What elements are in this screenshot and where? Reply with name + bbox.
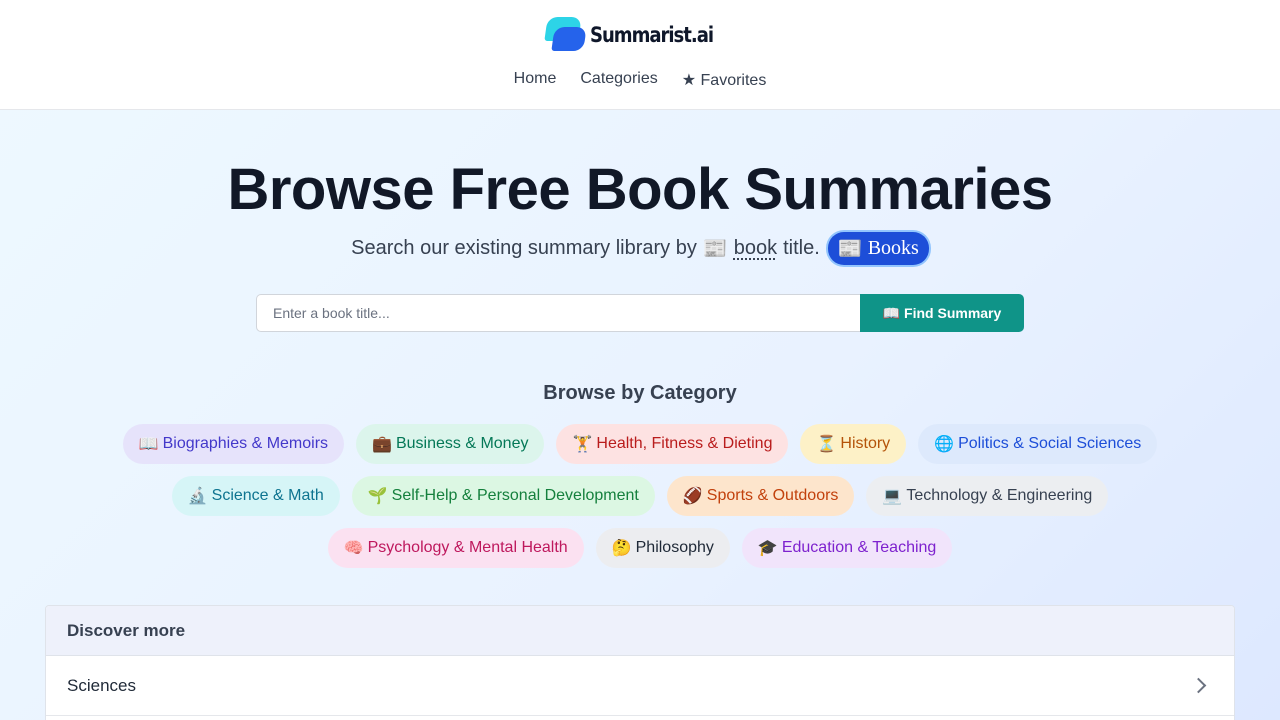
category-label: Philosophy <box>635 539 714 556</box>
category-chip[interactable]: 💻 Technology & Engineering <box>866 476 1109 516</box>
find-summary-button[interactable]: 📖 Find Summary <box>860 294 1024 332</box>
category-chip[interactable]: ⏳ History <box>800 424 907 464</box>
category-chip[interactable]: 🏈 Sports & Outdoors <box>666 476 855 516</box>
category-emoji-icon: 💼 <box>372 436 392 453</box>
category-emoji-icon: 🌐 <box>934 436 955 453</box>
category-label: Education & Teaching <box>781 539 937 556</box>
category-chip[interactable]: 💼 Business & Money <box>356 424 545 464</box>
nav-favorites[interactable]: ★ Favorites <box>682 70 767 90</box>
category-label: Self-Help & Personal Development <box>391 487 639 504</box>
category-row-1: 📖 Biographies & Memoirs 💼 Business & Money 🏋… <box>0 424 1280 464</box>
category-label: Sports & Outdoors <box>706 487 839 504</box>
category-emoji-icon: 🏋️ <box>572 436 593 453</box>
chat-bubble-logo-icon <box>544 17 588 53</box>
category-emoji-icon: 💻 <box>882 488 903 505</box>
category-emoji-icon: 📖 <box>138 436 159 453</box>
category-chip[interactable]: 🤔 Philosophy <box>595 528 730 568</box>
category-label: Health, Fitness & Dieting <box>596 435 773 452</box>
category-emoji-icon: ⏳ <box>816 436 837 453</box>
books-badge[interactable]: 📰 Books <box>827 232 929 265</box>
nav-categories[interactable]: Categories <box>580 70 657 90</box>
main-nav: Home Categories ★ Favorites <box>514 70 767 90</box>
category-emoji-icon: 🧠 <box>343 540 364 557</box>
category-emoji-icon: 🎓 <box>757 540 778 557</box>
category-row-3: 🧠 Psychology & Mental Health 🤔 Philosophy 🎓 E… <box>0 528 1280 568</box>
category-emoji-icon: 🏈 <box>682 488 703 505</box>
browse-by-category-title: Browse by Category <box>543 382 737 404</box>
category-chip[interactable]: 📖 Biographies & Memoirs <box>122 424 345 464</box>
nav-home[interactable]: Home <box>514 70 557 90</box>
subtitle-text-end: title. <box>783 237 820 259</box>
site-header: Summarist.ai Home Categories ★ Favorites <box>0 0 1280 110</box>
search-bar: 📖 Find Summary <box>256 294 1024 332</box>
category-chip[interactable]: 🔬 Science & Math <box>171 476 340 516</box>
category-chip[interactable]: 🌱 Self-Help & Personal Development <box>351 476 655 516</box>
books-badge-label: Books <box>867 237 919 259</box>
category-label: Technology & Engineering <box>906 487 1093 504</box>
newspaper-badge-icon: 📰 <box>837 238 863 260</box>
category-label: Science & Math <box>211 487 324 504</box>
category-label: Biographies & Memoirs <box>162 435 329 452</box>
category-label: Business & Money <box>395 435 529 452</box>
category-label: Politics & Social Sciences <box>958 435 1142 452</box>
discover-more-header: Discover more <box>46 606 1234 656</box>
discover-item-label: Sciences <box>67 675 136 695</box>
category-chip[interactable]: 🌐 Politics & Social Sciences <box>918 424 1158 464</box>
category-emoji-icon: 🔬 <box>187 488 208 505</box>
subtitle-book-word: book <box>733 237 778 259</box>
hero-subtitle: Search our existing summary library by 📰… <box>0 232 1280 265</box>
brand-logo[interactable]: Summarist.ai <box>544 17 733 53</box>
category-label: History <box>840 435 891 452</box>
subtitle-text: Search our existing summary library by <box>351 237 697 259</box>
category-chip[interactable]: 🎓 Education & Teaching <box>741 528 953 568</box>
category-label: Psychology & Mental Health <box>367 539 568 556</box>
chevron-right-icon <box>1190 677 1207 694</box>
category-chip[interactable]: 🏋️ Health, Fitness & Dieting <box>556 424 789 464</box>
category-row-2: 🔬 Science & Math 🌱 Self-Help & Personal Dev… <box>0 476 1280 516</box>
page-title: Browse Free Book Summaries <box>227 157 1053 222</box>
brand-name: Summarist.ai <box>590 23 714 47</box>
category-chip[interactable]: 🧠 Psychology & Mental Health <box>327 528 584 568</box>
newspaper-icon: 📰 <box>702 238 728 260</box>
book-title-search-input[interactable] <box>256 294 860 332</box>
category-emoji-icon: 🤔 <box>611 540 632 557</box>
discover-more-panel: Discover more Sciences <box>45 605 1235 720</box>
discover-item-sciences[interactable]: Sciences <box>46 656 1234 716</box>
category-emoji-icon: 🌱 <box>367 488 388 505</box>
